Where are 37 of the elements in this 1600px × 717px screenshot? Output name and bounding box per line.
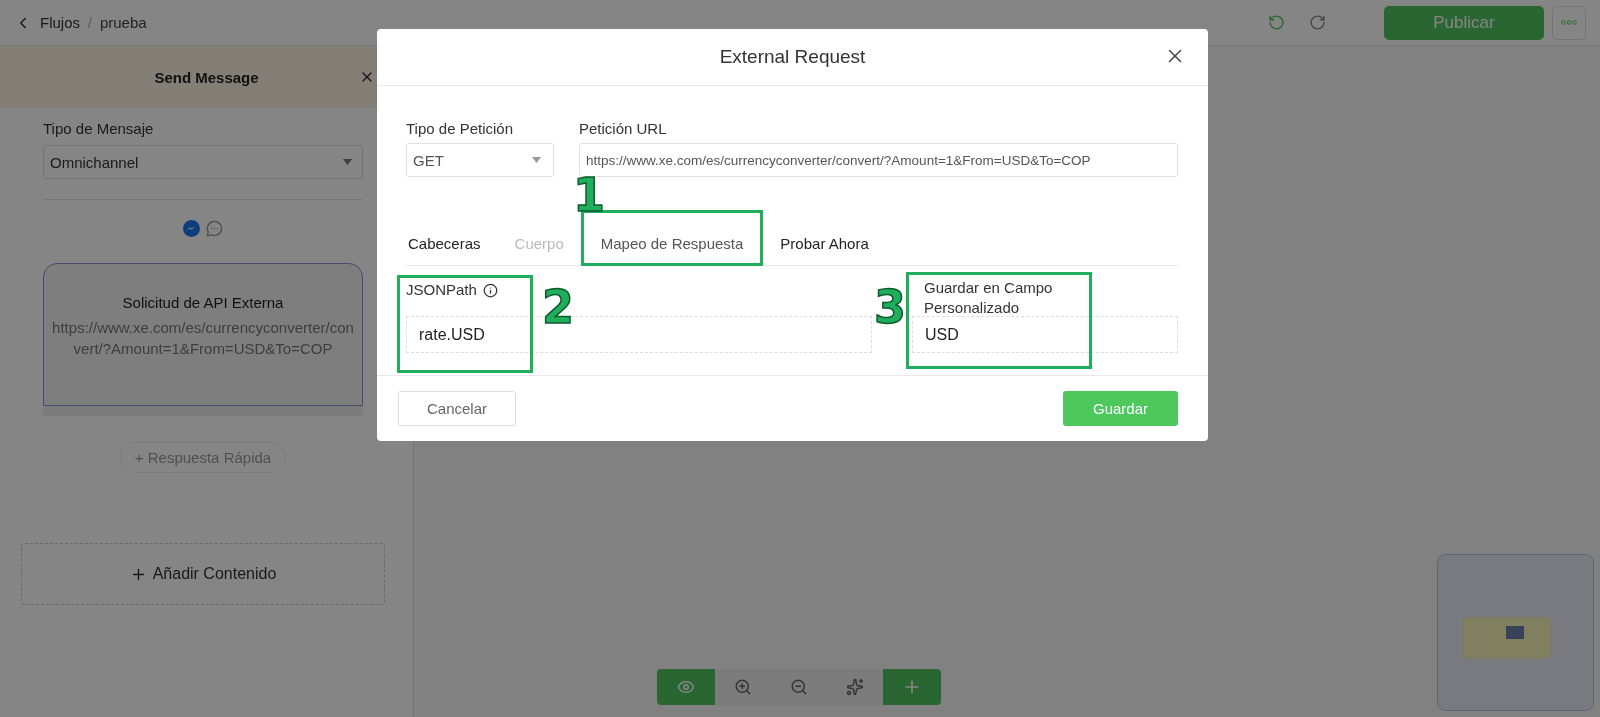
add-node-button[interactable] bbox=[883, 669, 941, 705]
field-label: Tipo de Petición bbox=[406, 120, 514, 137]
add-content-button[interactable]: Añadir Contenido bbox=[21, 543, 385, 605]
tab[interactable]: Probar Ahora bbox=[763, 221, 886, 266]
tab[interactable]: Cabeceras bbox=[406, 221, 498, 266]
info-icon[interactable] bbox=[482, 282, 498, 298]
messenger-icon[interactable] bbox=[183, 220, 200, 237]
dialog-title: External Request bbox=[719, 46, 866, 68]
message-type-select[interactable]: Omnichannel bbox=[43, 145, 363, 179]
more-icon bbox=[1561, 20, 1577, 25]
request-type-select[interactable]: GET bbox=[406, 143, 554, 177]
field-label: Guardar en Campo Personalizado bbox=[923, 278, 1054, 318]
eye-icon bbox=[677, 678, 695, 696]
custom-field-input[interactable]: USD bbox=[912, 316, 1178, 353]
zoom-in-button[interactable] bbox=[715, 669, 771, 705]
zoom-in-icon bbox=[734, 678, 752, 696]
annotation-number: 3 bbox=[874, 284, 906, 330]
chat-icon[interactable] bbox=[206, 220, 223, 237]
field-label: Tipo de Mensaje bbox=[43, 120, 155, 137]
zoom-out-icon bbox=[790, 678, 808, 696]
undo-icon[interactable] bbox=[1268, 14, 1285, 31]
caret-icon bbox=[532, 157, 541, 163]
breadcrumb-item[interactable]: Flujos bbox=[40, 14, 80, 31]
panel-title: Send Message bbox=[154, 68, 259, 86]
cancel-button[interactable]: Cancelar bbox=[398, 391, 516, 426]
breadcrumb-separator: / bbox=[88, 14, 92, 31]
redo-icon[interactable] bbox=[1309, 14, 1326, 31]
card-title: Solicitud de API Externa bbox=[122, 294, 284, 311]
caret-icon bbox=[343, 159, 352, 165]
preview-button[interactable] bbox=[657, 669, 715, 705]
sparkles-icon bbox=[846, 678, 864, 696]
more-button[interactable] bbox=[1552, 5, 1586, 40]
card-url: https://www.xe.com/es/currencyconverter/convert/?Amount=1&From=USD&To=COP bbox=[52, 318, 354, 359]
breadcrumb-item[interactable]: prueba bbox=[99, 14, 147, 31]
field-label: Petición URL bbox=[579, 120, 668, 137]
auto-layout-button[interactable] bbox=[827, 669, 883, 705]
url-field[interactable]: https://www.xe.com/es/currencyconverter/convert/?Amount=1&From=USD&To=COP bbox=[579, 143, 1178, 177]
